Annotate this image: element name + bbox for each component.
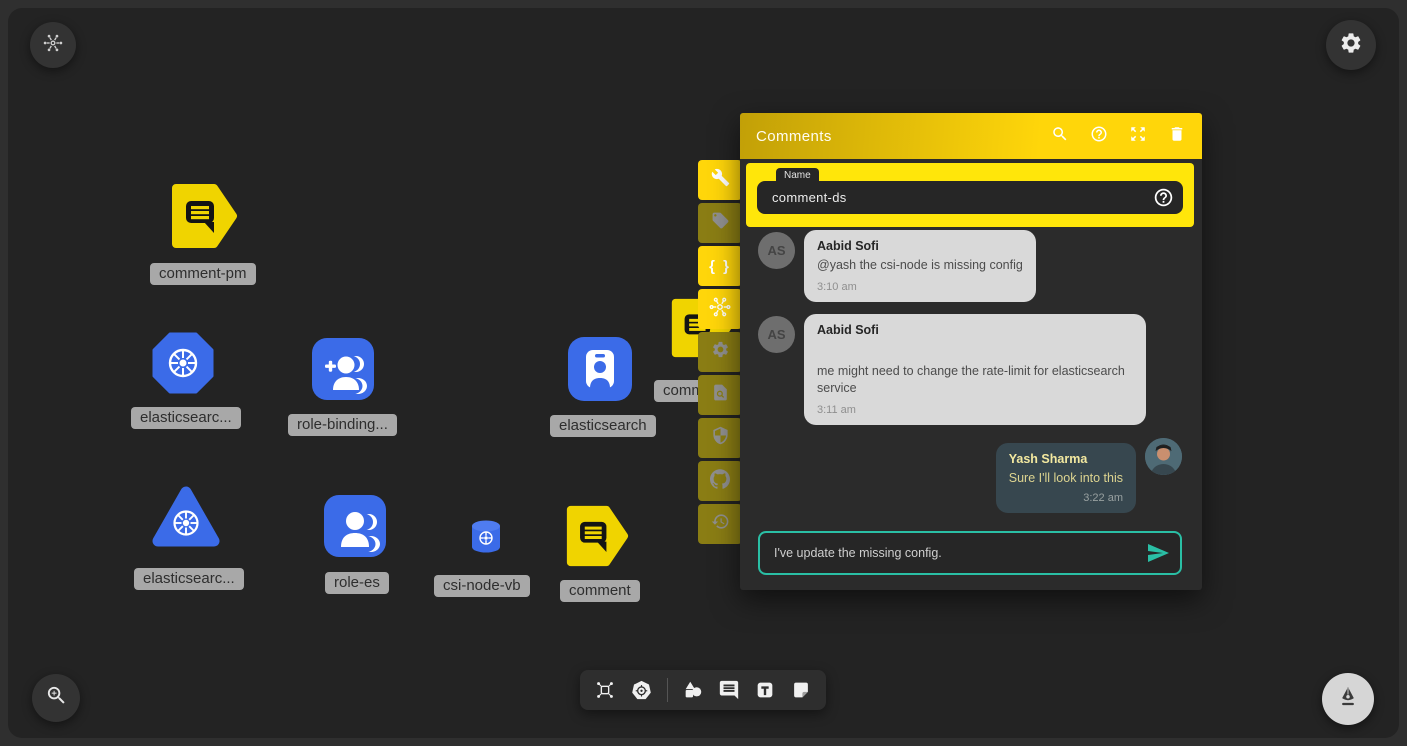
settings-button[interactable]	[1326, 20, 1376, 70]
spacer	[817, 337, 1133, 359]
node-label: role-es	[325, 572, 389, 594]
kubernetes-shape-button[interactable]	[630, 679, 653, 702]
name-field-section: Name	[746, 163, 1194, 227]
pen-tool-button[interactable]	[1322, 673, 1374, 725]
node-comment[interactable]	[565, 504, 629, 573]
delete-icon[interactable]	[1168, 125, 1186, 148]
avatar-initials: AS	[767, 327, 785, 342]
settings-gear-icon	[711, 340, 730, 364]
kubernetes-triangle-icon	[150, 482, 222, 552]
history-tool-button[interactable]	[698, 504, 742, 544]
text-tool-button[interactable]	[754, 679, 776, 701]
tag-icon	[711, 211, 730, 235]
message-text: @yash the csi-node is missing config	[817, 257, 1023, 274]
node-label: elasticsearch	[550, 415, 656, 437]
kubernetes-logo-icon	[630, 679, 653, 702]
person-photo-icon	[1145, 438, 1182, 475]
json-tool-button[interactable]: { }	[698, 246, 742, 286]
node-role-es[interactable]	[324, 495, 386, 562]
avatar-initials: AS	[767, 243, 785, 258]
kubernetes-flower-icon	[43, 33, 63, 58]
sticker-icon	[790, 679, 812, 701]
avatar: AS	[758, 232, 795, 269]
id-badge-icon	[568, 337, 632, 401]
text-icon	[754, 679, 776, 701]
comment-tool-button[interactable]	[718, 679, 740, 701]
node-label: comment	[560, 580, 640, 602]
expand-icon[interactable]	[1129, 125, 1147, 148]
pen-nib-icon	[1334, 683, 1362, 716]
name-field[interactable]: Name	[757, 181, 1183, 214]
message-author: Aabid Sofi	[817, 239, 1023, 253]
message-time: 3:22 am	[1009, 492, 1123, 504]
shapes-icon	[682, 679, 704, 701]
help-circle-icon[interactable]	[1153, 187, 1174, 213]
node-role-binding[interactable]	[312, 338, 374, 405]
zoom-in-icon	[45, 684, 68, 712]
settings-gear-icon	[1339, 31, 1363, 60]
document-search-icon	[711, 383, 730, 407]
kubernetes-menu-button[interactable]	[30, 22, 76, 68]
toolbar-divider	[667, 678, 668, 702]
shield-icon	[711, 426, 730, 450]
users-icon	[324, 495, 386, 557]
shapes-tool-button[interactable]	[682, 679, 704, 701]
name-input[interactable]	[757, 181, 1183, 214]
hierarchy-icon	[594, 679, 616, 701]
message-bubble: Aabid Sofi me might need to change the r…	[804, 314, 1146, 425]
storage-cylinder-icon	[470, 519, 502, 554]
braces-icon: { }	[709, 258, 731, 275]
node-label: elasticsearc...	[131, 407, 241, 429]
node-csi-node-vb[interactable]	[470, 519, 502, 559]
node-elasticsearch-serviceaccount[interactable]	[568, 337, 632, 406]
avatar: AS	[758, 316, 795, 353]
node-comment-pm[interactable]	[170, 182, 238, 255]
node-actions-toolbar: { }	[698, 160, 742, 544]
node-label: elasticsearc...	[134, 568, 244, 590]
message-bubble: Yash Sharma Sure I'll look into this 3:2…	[996, 443, 1136, 513]
message-time: 3:10 am	[817, 281, 1023, 293]
message-time: 3:11 am	[817, 404, 1133, 416]
github-tool-button[interactable]	[698, 461, 742, 501]
hierarchy-tool-button[interactable]	[594, 679, 616, 701]
kubernetes-octagon-icon	[152, 332, 214, 394]
user-add-icon	[312, 338, 374, 400]
node-label: comment-pm	[150, 263, 256, 285]
node-label: role-binding...	[288, 414, 397, 436]
sticker-tool-button[interactable]	[790, 679, 812, 701]
avatar-photo	[1145, 438, 1182, 475]
help-icon[interactable]	[1090, 125, 1108, 148]
tag-tool-button[interactable]	[698, 203, 742, 243]
message-author: Yash Sharma	[1009, 452, 1123, 466]
github-icon	[710, 469, 730, 494]
comment-input-row[interactable]	[758, 531, 1182, 575]
comment-flag-icon	[565, 504, 629, 568]
comment-input[interactable]	[760, 533, 1180, 573]
zoom-button[interactable]	[32, 674, 80, 722]
message-bubble: Aabid Sofi @yash the csi-node is missing…	[804, 230, 1036, 302]
panel-title: Comments	[756, 128, 832, 145]
message-author: Aabid Sofi	[817, 323, 1133, 337]
comment-flag-icon	[170, 182, 238, 250]
message-text: Sure I'll look into this	[1009, 470, 1123, 487]
kubernetes-flower-icon	[709, 296, 731, 323]
message-text: me might need to change the rate-limit f…	[817, 363, 1133, 397]
wrench-icon	[711, 168, 730, 192]
comment-icon	[718, 679, 740, 701]
settings-tool-button[interactable]	[698, 332, 742, 372]
node-elasticsearch-deployment[interactable]	[150, 482, 222, 557]
comments-panel: Comments Name AS Aabid Sofi @yash the cs…	[740, 113, 1202, 590]
configure-tool-button[interactable]	[698, 160, 742, 200]
node-label: csi-node-vb	[434, 575, 530, 597]
security-tool-button[interactable]	[698, 418, 742, 458]
search-icon[interactable]	[1051, 125, 1069, 148]
send-icon[interactable]	[1146, 541, 1170, 570]
comments-panel-header: Comments	[740, 113, 1202, 159]
preview-tool-button[interactable]	[698, 375, 742, 415]
shape-palette-toolbar	[580, 670, 826, 710]
kubernetes-tool-button[interactable]	[698, 289, 742, 329]
node-elasticsearch-pod[interactable]	[152, 332, 214, 399]
history-icon	[711, 512, 730, 536]
